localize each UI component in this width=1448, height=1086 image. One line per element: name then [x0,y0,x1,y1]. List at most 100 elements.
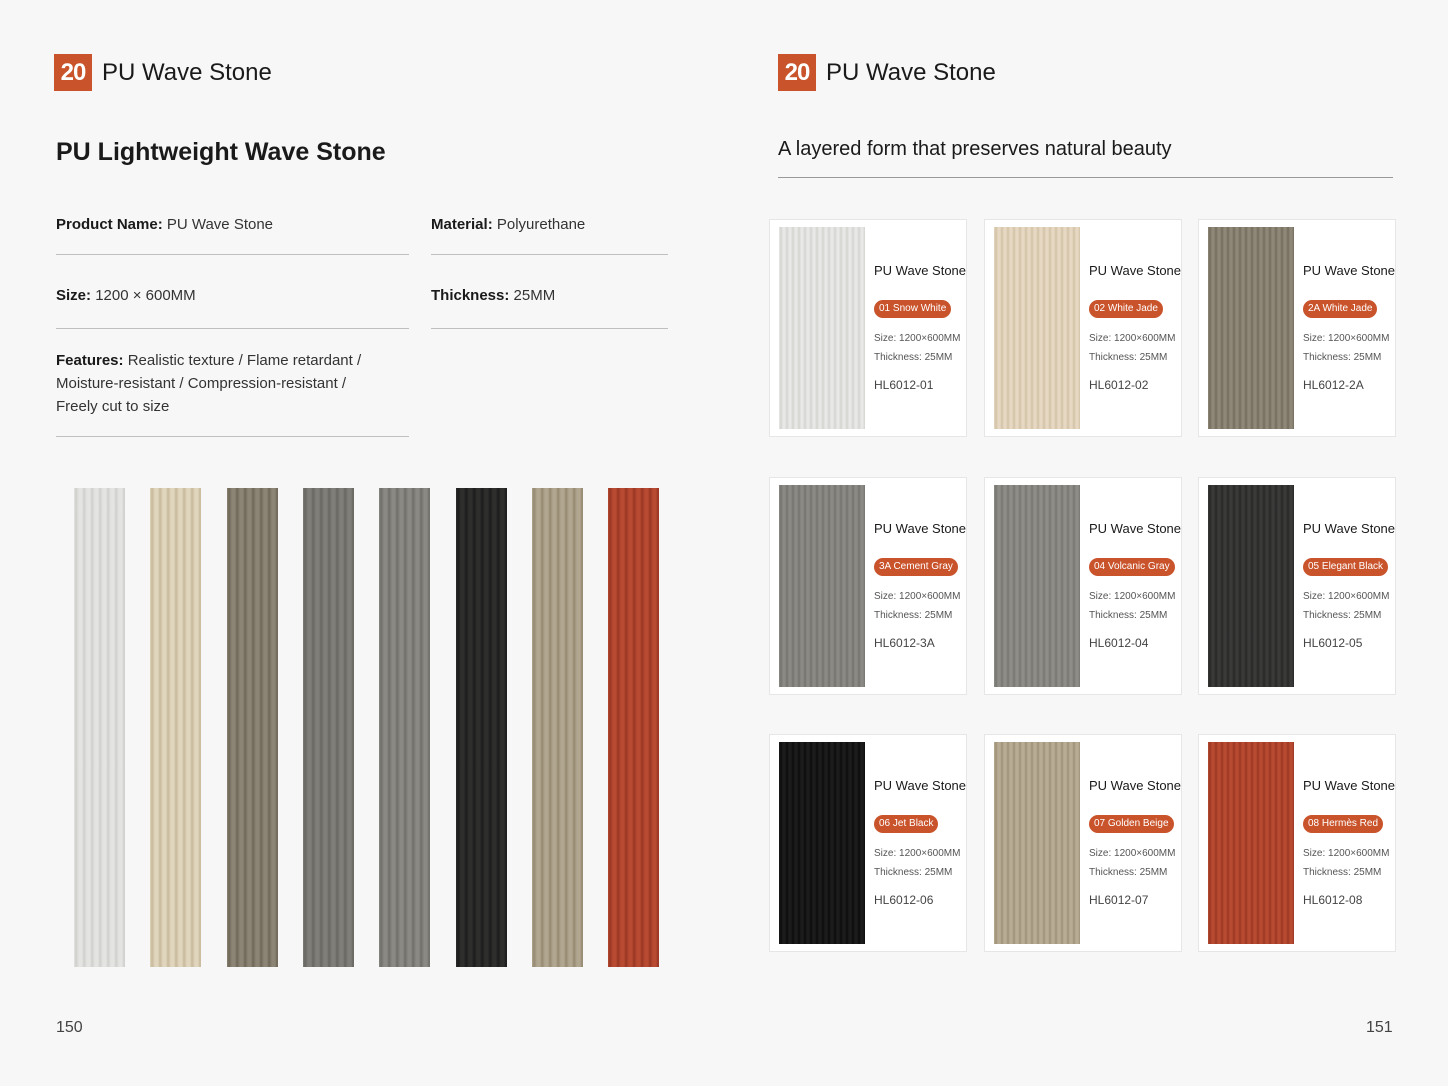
right-page-header: 20 PU Wave Stone [778,54,996,91]
product-texture-image [779,742,865,944]
product-thickness: Thickness: 25MM [1303,867,1382,878]
color-swatch-strip [303,488,354,967]
product-texture-image [994,485,1080,687]
product-size: Size: 1200×600MM [1089,333,1176,344]
product-thickness: Thickness: 25MM [1089,867,1168,878]
features-line-2: Moisture-resistant / Compression-resista… [56,375,347,392]
color-swatch-row [74,488,659,967]
product-thickness: Thickness: 25MM [1089,352,1168,363]
product-texture-image [1208,742,1294,944]
product-card: PU Wave Stone 07 Golden Beige Size: 1200×6… [984,734,1182,952]
product-name: PU Wave Stone [1089,521,1182,536]
product-code: HL6012-04 [1089,636,1149,650]
product-card: PU Wave Stone 2A White Jade Size: 1200×600… [1198,219,1396,437]
product-card: PU Wave Stone 08 Hermès Red Size: 1200×600… [1198,734,1396,952]
product-code: HL6012-02 [1089,378,1149,392]
product-thickness: Thickness: 25MM [874,867,953,878]
chapter-title: PU Wave Stone [102,58,272,86]
color-swatch-strip [456,488,507,967]
page-number-left: 150 [56,1019,83,1036]
product-thickness: Thickness: 25MM [874,352,953,363]
divider [431,254,668,255]
color-badge: 08 Hermès Red [1303,815,1384,833]
product-texture-image [1208,227,1294,429]
size-label: Size: [56,287,92,304]
product-size: Size: 1200×600MM [1303,591,1390,602]
color-swatch-strip [379,488,430,967]
product-size: Size: 1200×600MM [1089,848,1176,859]
product-card: PU Wave Stone 01 Snow White Size: 1200×600… [769,219,967,437]
product-size: Size: 1200×600MM [1303,333,1390,344]
product-name-label: Product Name: [56,216,163,233]
product-size: Size: 1200×600MM [1089,591,1176,602]
product-code: HL6012-2A [1303,378,1364,392]
features-line-1: Realistic texture / Flame retardant / [127,352,362,369]
product-name-value: PU Wave Stone [166,216,274,233]
material-label: Material: [431,216,493,233]
product-name: PU Wave Stone [1089,263,1182,278]
product-thickness: Thickness: 25MM [1303,610,1382,621]
thickness-spec: Thickness: 25MM [431,284,555,307]
thickness-value: 25MM [513,287,556,304]
product-card: PU Wave Stone 02 White Jade Size: 1200×600… [984,219,1182,437]
subtitle-divider [778,177,1393,178]
color-swatch-strip [227,488,278,967]
chapter-title: PU Wave Stone [826,58,996,86]
product-subtitle: PU Lightweight Wave Stone [56,138,386,166]
product-code: HL6012-01 [874,378,934,392]
product-name: PU Wave Stone [1303,521,1396,536]
product-texture-image [779,227,865,429]
material-value: Polyurethane [496,216,586,233]
product-texture-image [779,485,865,687]
chapter-number-badge: 20 [778,54,816,91]
product-name: PU Wave Stone [874,521,967,536]
product-size: Size: 1200×600MM [874,591,961,602]
product-texture-image [1208,485,1294,687]
chapter-number-badge: 20 [54,54,92,91]
product-size: Size: 1200×600MM [874,333,961,344]
product-thickness: Thickness: 25MM [1089,610,1168,621]
color-badge: 01 Snow White [874,300,952,318]
color-badge: 06 Jet Black [874,815,939,833]
features-line-3: Freely cut to size [56,398,170,415]
product-texture-image [994,227,1080,429]
product-card: PU Wave Stone 05 Elegant Black Size: 1200×… [1198,477,1396,695]
features-label: Features: [56,352,124,369]
color-badge: 04 Volcanic Gray [1089,558,1175,576]
product-name: PU Wave Stone [874,263,967,278]
product-texture-image [994,742,1080,944]
color-swatch-strip [150,488,201,967]
color-badge: 2A White Jade [1303,300,1378,318]
product-name: PU Wave Stone [1303,778,1396,793]
product-name: PU Wave Stone [1303,263,1396,278]
divider [56,436,409,437]
product-name: PU Wave Stone [1089,778,1182,793]
size-value: 1200 × 600MM [95,287,196,304]
product-card: PU Wave Stone 04 Volcanic Gray Size: 1200×… [984,477,1182,695]
divider [56,254,409,255]
size-spec: Size: 1200 × 600MM [56,284,196,307]
product-code: HL6012-06 [874,893,934,907]
product-name: PU Wave Stone [874,778,967,793]
left-page-header: 20 PU Wave Stone [54,54,272,91]
material-spec: Material: Polyurethane [431,213,585,236]
product-name-spec: Product Name: PU Wave Stone [56,213,273,236]
product-size: Size: 1200×600MM [874,848,961,859]
features-spec: Features: Realistic texture / Flame reta… [56,349,361,418]
product-code: HL6012-3A [874,636,935,650]
page-number-right: 151 [1366,1019,1393,1036]
divider [56,328,409,329]
thickness-label: Thickness: [431,287,510,304]
product-code: HL6012-05 [1303,636,1363,650]
color-swatch-strip [74,488,125,967]
product-code: HL6012-08 [1303,893,1363,907]
color-badge: 07 Golden Beige [1089,815,1174,833]
product-thickness: Thickness: 25MM [874,610,953,621]
color-swatch-strip [532,488,583,967]
color-swatch-strip [608,488,659,967]
color-badge: 3A Cement Gray [874,558,958,576]
product-size: Size: 1200×600MM [1303,848,1390,859]
section-subtitle: A layered form that preserves natural be… [778,138,1172,160]
color-badge: 05 Elegant Black [1303,558,1389,576]
product-code: HL6012-07 [1089,893,1149,907]
